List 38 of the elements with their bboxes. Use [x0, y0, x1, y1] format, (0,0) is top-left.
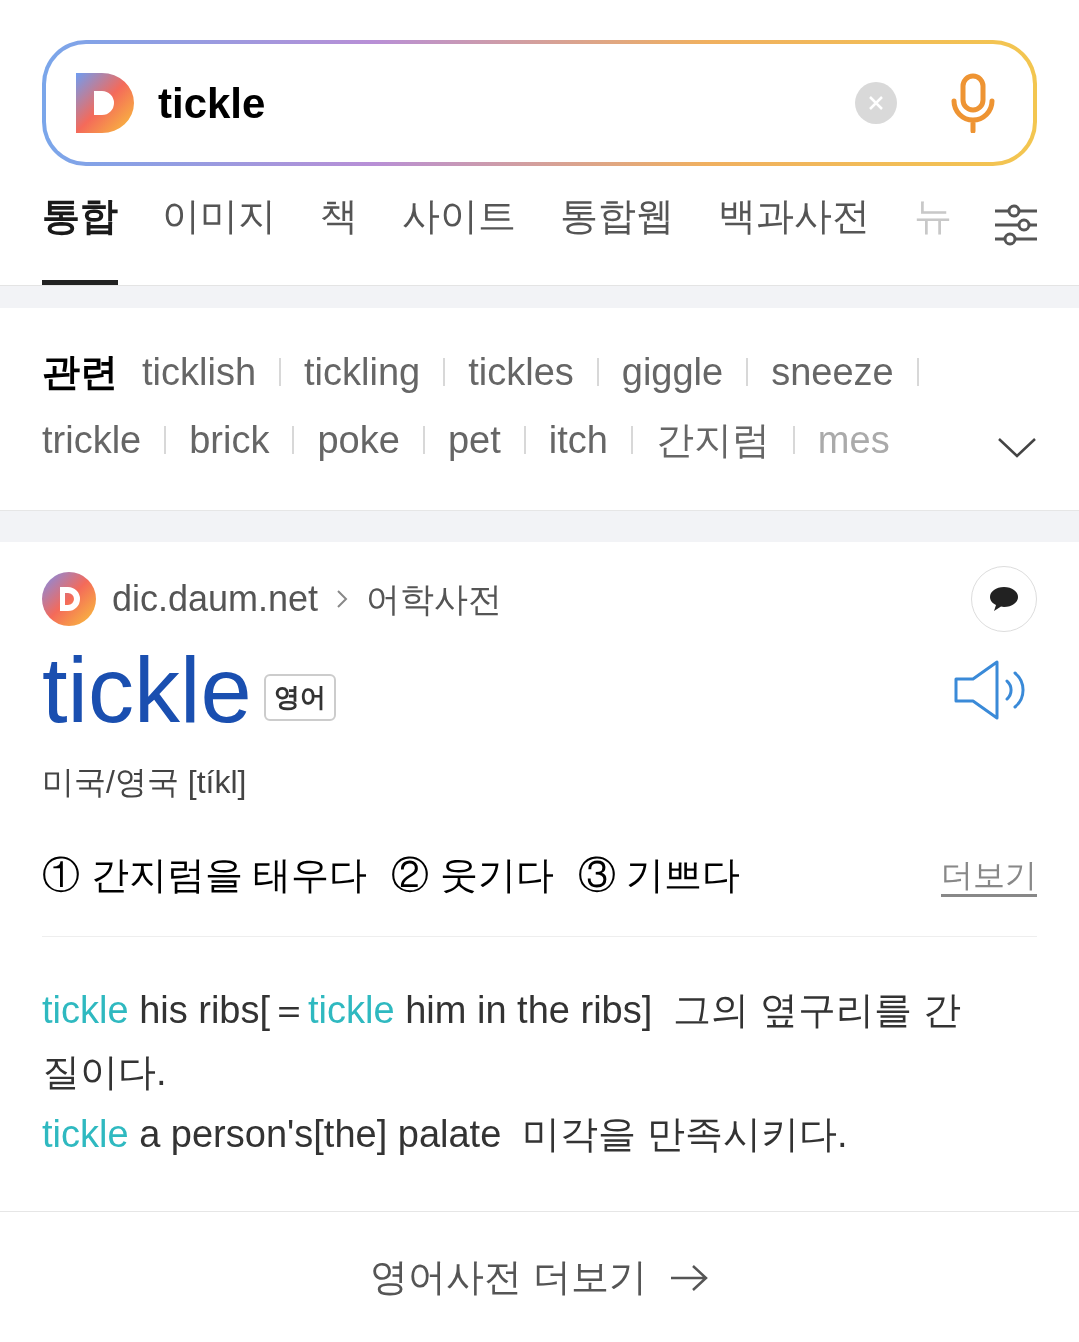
- tab[interactable]: 이미지: [162, 185, 276, 285]
- tab[interactable]: 통합웹: [560, 185, 674, 285]
- close-icon: [868, 95, 884, 111]
- pronunciation: 미국/영국 [tíkl]: [42, 763, 248, 802]
- tab[interactable]: 백과사전: [718, 185, 870, 285]
- entry-word: tickle: [42, 644, 252, 736]
- arrow-right-icon: [668, 1262, 709, 1293]
- site-section[interactable]: 어학사전: [366, 573, 503, 625]
- related-term[interactable]: itch: [548, 411, 608, 469]
- related-term[interactable]: poke: [317, 411, 400, 469]
- tab[interactable]: 사이트: [402, 185, 516, 285]
- example-sentence: tickle a person's[the] palate 미각을 만족시키다.: [42, 1112, 849, 1157]
- speech-bubble-icon: [988, 585, 1020, 613]
- example-sentence: tickle his ribs[＝tickle him in the ribs] 그의 옆구리를 간질이다.: [42, 988, 962, 1095]
- related-term[interactable]: brick: [189, 411, 270, 469]
- tab[interactable]: 책: [320, 185, 358, 285]
- language-tag: 영어: [263, 673, 336, 721]
- site-url[interactable]: dic.daum.net: [112, 572, 319, 626]
- related-term[interactable]: 간지럼: [655, 411, 770, 469]
- chevron-down-icon[interactable]: [997, 436, 1037, 458]
- related-label: 관련: [42, 350, 118, 395]
- related-term[interactable]: sneeze: [771, 343, 894, 401]
- related-term[interactable]: ticklish: [142, 343, 257, 401]
- related-term[interactable]: giggle: [621, 343, 724, 401]
- meaning: ③ 기쁘다: [577, 852, 741, 898]
- meaning: ① 간지럼을 태우다: [42, 852, 368, 898]
- logo-icon: [74, 71, 136, 135]
- chevron-right-icon: [336, 589, 349, 609]
- search-query: tickle: [158, 79, 266, 127]
- filter-icon[interactable]: [993, 203, 1039, 247]
- related-term[interactable]: tickles: [468, 343, 574, 401]
- site-logo-icon: [42, 572, 96, 626]
- related-term[interactable]: tickling: [304, 343, 421, 401]
- related-term[interactable]: trickle: [42, 411, 142, 469]
- related-term[interactable]: pet: [447, 411, 501, 469]
- more-link[interactable]: 더보기: [941, 851, 1037, 899]
- meaning: ② 웃기다: [391, 852, 554, 898]
- dictionary-more-link[interactable]: 영어사전 더보기: [370, 1249, 709, 1306]
